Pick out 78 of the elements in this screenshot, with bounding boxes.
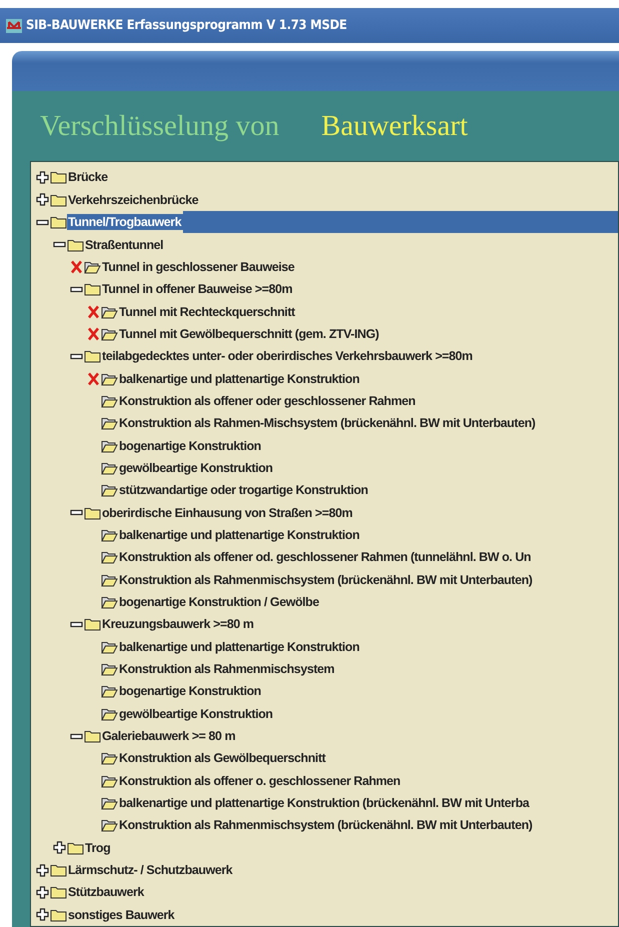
expand-icon[interactable]	[36, 864, 49, 877]
folder-icon	[84, 349, 101, 364]
open-folder-icon	[101, 483, 118, 498]
bridge-logo-icon	[6, 18, 22, 32]
tree-item[interactable]: Verkehrszeichenbrücke	[67, 192, 200, 208]
tree-item[interactable]: Konstruktion als Rahmen-Mischsystem (brückenähnl. BW mit Unterbauten)	[118, 415, 538, 432]
folder-icon	[50, 215, 67, 230]
tree-item[interactable]: Konstruktion als Rahmenmischsystem (brückenähnl. BW mit Unterbauten)	[118, 572, 534, 588]
folder-icon	[50, 170, 67, 184]
open-folder-icon	[101, 304, 118, 319]
tree-item[interactable]: Trog	[84, 840, 112, 856]
tree-item[interactable]: Konstruktion als Rahmenmischsystem (brückenähnl. BW mit Unterbauten)	[118, 817, 534, 834]
folder-icon	[84, 506, 101, 520]
open-folder-icon	[101, 372, 118, 386]
open-folder-icon	[101, 796, 118, 810]
open-folder-icon	[101, 416, 118, 430]
tree-item[interactable]: bogenartige Konstruktion	[118, 438, 263, 454]
folder-icon	[84, 729, 101, 744]
folder-icon	[67, 840, 84, 855]
open-folder-icon	[101, 774, 118, 788]
tree-item[interactable]: Tunnel in geschlossener Bauweise	[101, 258, 296, 275]
expand-icon[interactable]	[36, 193, 49, 206]
tree-item[interactable]: Konstruktion als Rahmenmischsystem	[118, 661, 336, 678]
folder-icon	[50, 885, 67, 900]
tree-item[interactable]: Straßentunnel	[84, 236, 166, 253]
tree-item[interactable]: Galeriebauwerk >= 80 m	[101, 728, 238, 744]
tree-item[interactable]: teilabgedecktes unter- oder oberirdisches Verkehrsbauwerk >=80m	[101, 348, 474, 364]
open-folder-icon	[101, 438, 118, 453]
tree-item[interactable]: Konstruktion als offener o. geschlossener Rahmen	[118, 772, 402, 789]
tree-item[interactable]: Tunnel mit Gewölbequerschnitt (gem. ZTV-ING)	[118, 326, 381, 342]
folder-icon	[50, 863, 67, 878]
expand-icon[interactable]	[53, 841, 66, 854]
tree-item[interactable]: stützwandartige oder trogartige Konstruktion	[118, 482, 370, 498]
tree-item[interactable]: gewölbeartige Konstruktion	[118, 460, 275, 476]
folder-icon	[50, 908, 67, 922]
open-folder-icon	[101, 550, 118, 564]
folder-icon	[84, 282, 101, 296]
folder-icon	[50, 192, 67, 207]
tree-item[interactable]: Kreuzungsbauwerk >=80 m	[101, 616, 256, 632]
tree-item[interactable]: sonstiges Bauwerk	[67, 906, 176, 923]
tree-item[interactable]: oberirdische Einhausung von Straßen >=80m	[101, 504, 354, 521]
tree-item[interactable]: Brücke	[67, 169, 110, 186]
open-folder-icon	[101, 572, 118, 587]
tree-item[interactable]: balkenartige und plattenartige Konstruktion (brückenähnl. BW mit Unterba	[118, 795, 532, 812]
open-folder-icon	[101, 706, 118, 721]
tree-item[interactable]: Konstruktion als offener od. geschlossener Rahmen (tunnelähnl. BW o. Un	[118, 549, 533, 566]
expand-icon[interactable]	[36, 170, 49, 184]
open-folder-icon	[101, 662, 118, 676]
tree-item[interactable]: Stützbauwerk	[67, 884, 146, 900]
open-folder-icon	[101, 751, 118, 766]
tree-item[interactable]: balkenartige und plattenartige Konstruktion	[118, 638, 362, 655]
open-folder-icon	[101, 460, 118, 475]
open-folder-icon	[101, 326, 118, 341]
open-folder-icon	[101, 818, 118, 832]
open-folder-icon	[101, 684, 118, 698]
window-title: SIB-BAUWERKE Erfassungsprogramm V 1.73 MSDE	[26, 18, 347, 33]
tree-item[interactable]: Konstruktion als offener oder geschlossener Rahmen	[118, 392, 418, 409]
open-folder-icon	[101, 595, 118, 610]
open-folder-icon	[101, 394, 118, 408]
expand-icon[interactable]	[36, 908, 49, 922]
tree-item[interactable]: Tunnel in offener Bauweise >=80m	[101, 281, 294, 298]
expand-icon[interactable]	[36, 886, 49, 899]
open-folder-icon	[101, 528, 118, 542]
tree-item[interactable]: balkenartige und plattenartige Konstruktion	[118, 526, 362, 543]
tree-item[interactable]: bogenartige Konstruktion	[118, 683, 263, 700]
tree-item[interactable]: Konstruktion als Gewölbequerschnitt	[118, 750, 328, 766]
tree-item[interactable]: gewölbeartige Konstruktion	[118, 706, 275, 722]
folder-icon	[84, 617, 101, 632]
tree-item[interactable]: balkenartige und plattenartige Konstruktion	[118, 370, 362, 387]
tree-item[interactable]: bogenartige Konstruktion / Gewölbe	[118, 594, 321, 610]
tree-item[interactable]: Lärmschutz- / Schutzbauwerk	[67, 862, 234, 878]
open-folder-icon	[84, 260, 101, 274]
heading-label: Verschlüsselung von	[40, 110, 280, 143]
open-folder-icon	[101, 640, 118, 654]
heading-value: Bauwerksart	[321, 110, 468, 143]
tree-item[interactable]: Tunnel mit Rechteckquerschnitt	[118, 304, 297, 320]
tree-item[interactable]: Tunnel/Trogbauwerk	[67, 214, 184, 230]
folder-icon	[67, 238, 84, 252]
